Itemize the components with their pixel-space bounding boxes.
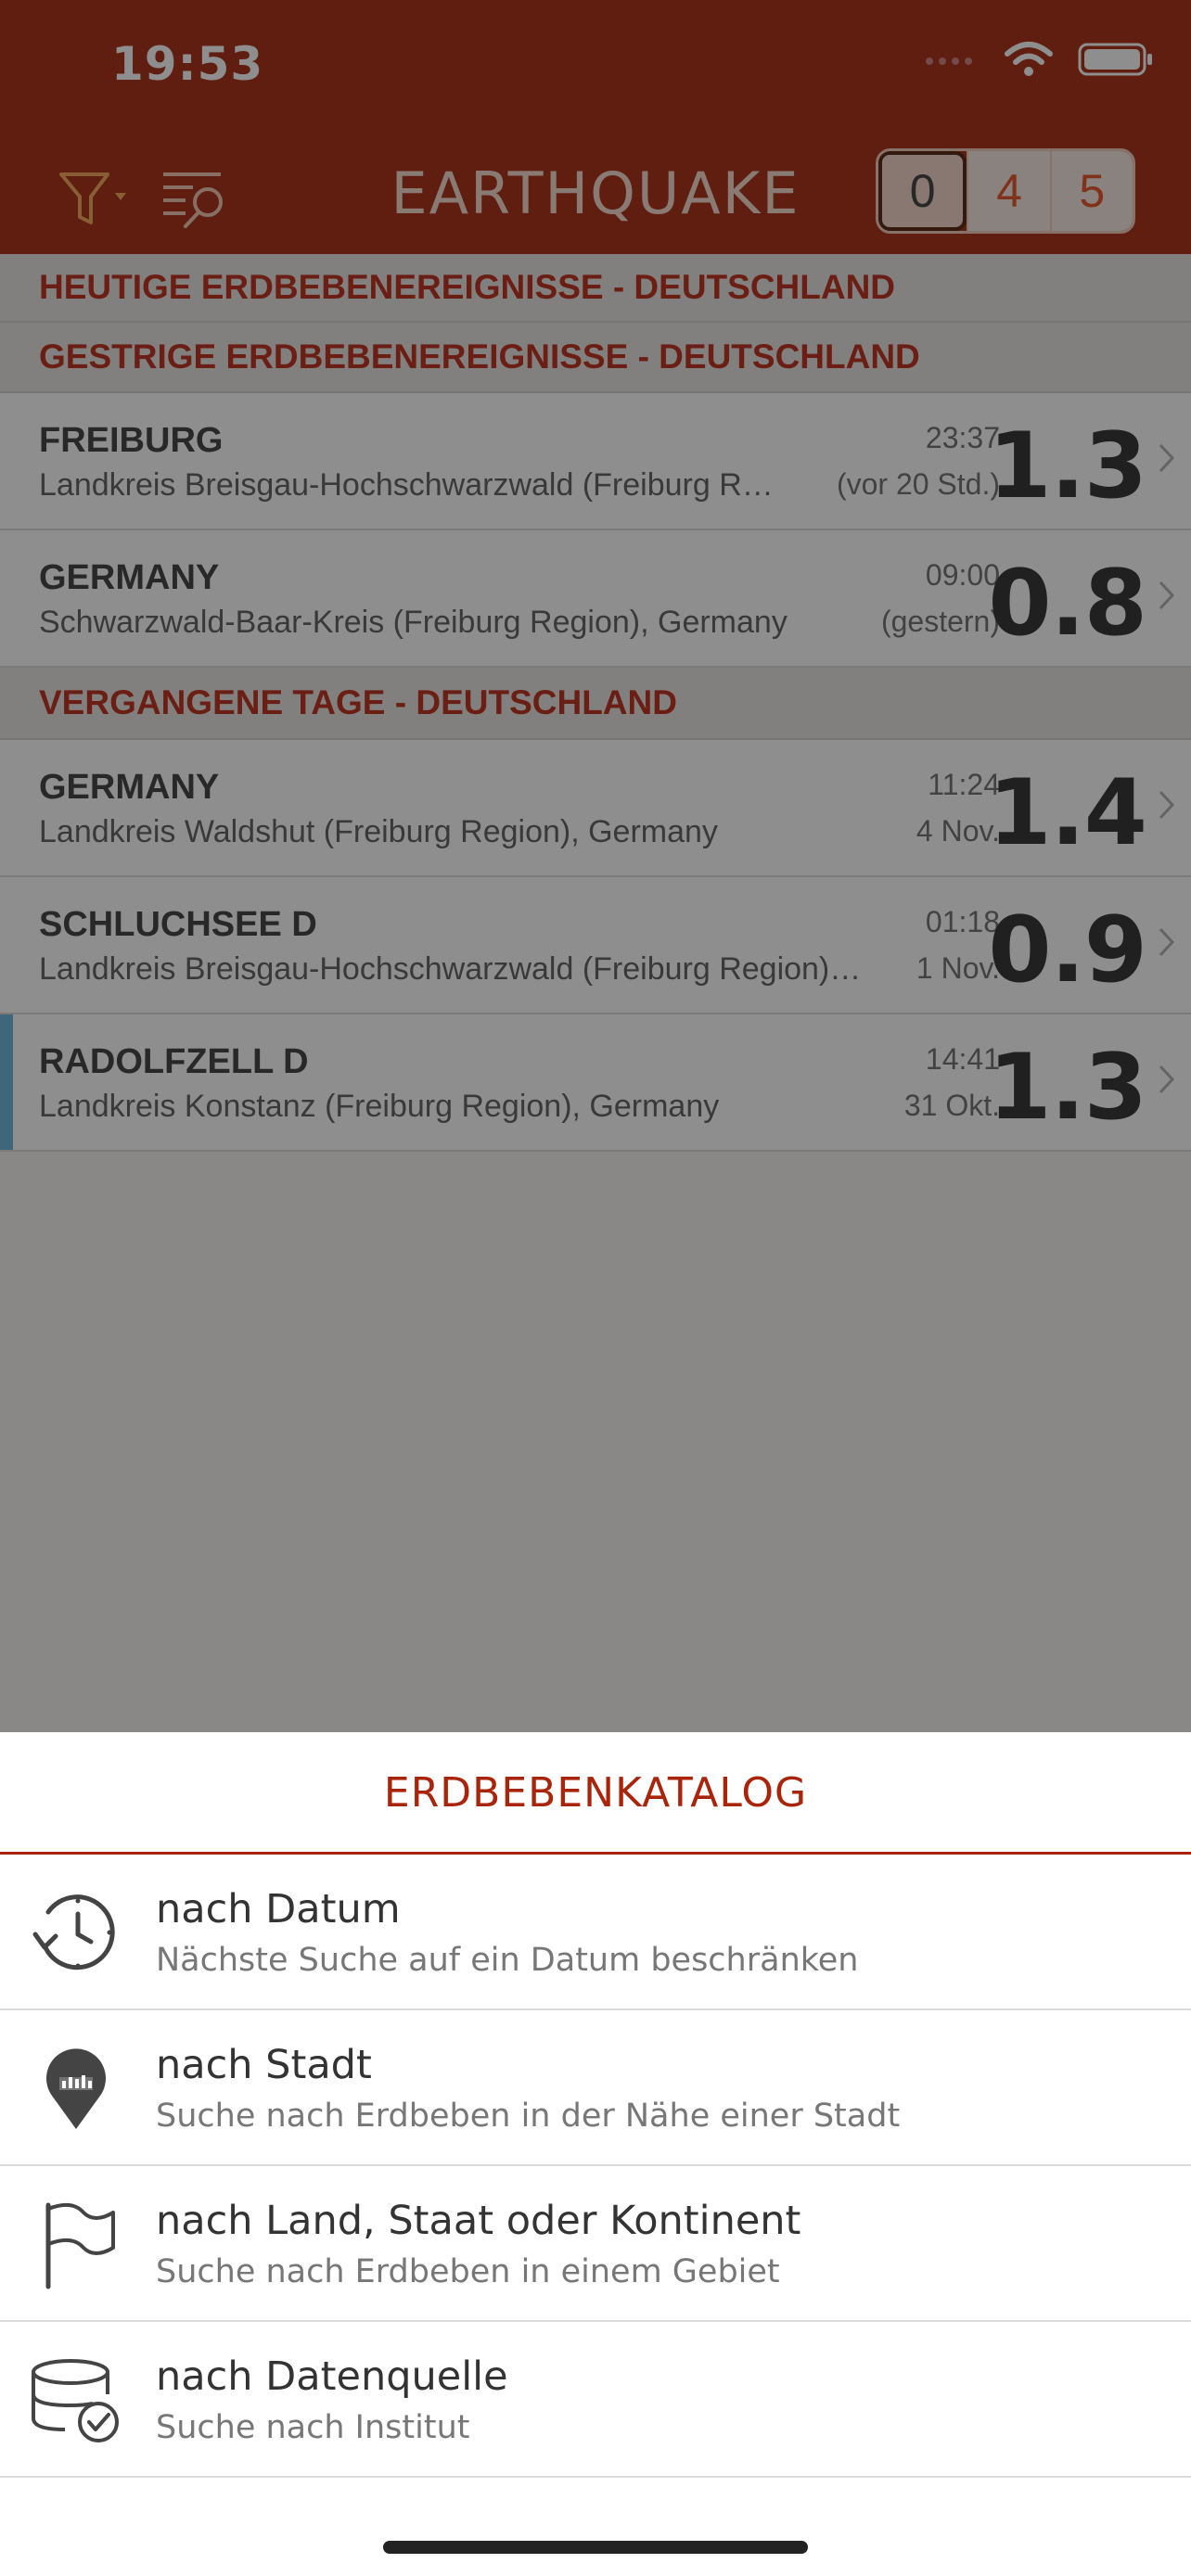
option-subtitle: Suche nach Erdbeben in der Nähe einer St…	[156, 2098, 901, 2135]
home-indicator[interactable]	[383, 2541, 808, 2554]
option-title: nach Datum	[156, 1886, 401, 1932]
option-title: nach Stadt	[156, 2042, 372, 2088]
option-title: nach Datenquelle	[156, 2353, 508, 2400]
option-by-region[interactable]: nach Land, Staat oder Kontinent Suche na…	[0, 2166, 1191, 2322]
clock-history-icon	[32, 1894, 115, 1970]
modal-dim-overlay[interactable]	[0, 0, 1191, 1732]
earthquake-catalog-sheet: ERDBEBENKATALOG nach Datum Nächste Suche…	[0, 1732, 1191, 2576]
option-subtitle: Nächste Suche auf ein Datum beschränken	[156, 1942, 859, 1979]
option-by-data-source[interactable]: nach Datenquelle Suche nach Institut	[0, 2322, 1191, 2478]
option-by-date[interactable]: nach Datum Nächste Suche auf ein Datum b…	[0, 1855, 1191, 2010]
option-subtitle: Suche nach Erdbeben in einem Gebiet	[156, 2253, 780, 2290]
database-check-icon	[32, 2359, 119, 2442]
flag-icon	[45, 2202, 115, 2289]
sheet-title: ERDBEBENKATALOG	[0, 1732, 1191, 1855]
option-title: nach Land, Staat oder Kontinent	[156, 2198, 801, 2244]
option-subtitle: Suche nach Institut	[156, 2409, 470, 2446]
map-pin-icon	[46, 2048, 107, 2129]
option-by-city[interactable]: nach Stadt Suche nach Erdbeben in der Nä…	[0, 2010, 1191, 2166]
